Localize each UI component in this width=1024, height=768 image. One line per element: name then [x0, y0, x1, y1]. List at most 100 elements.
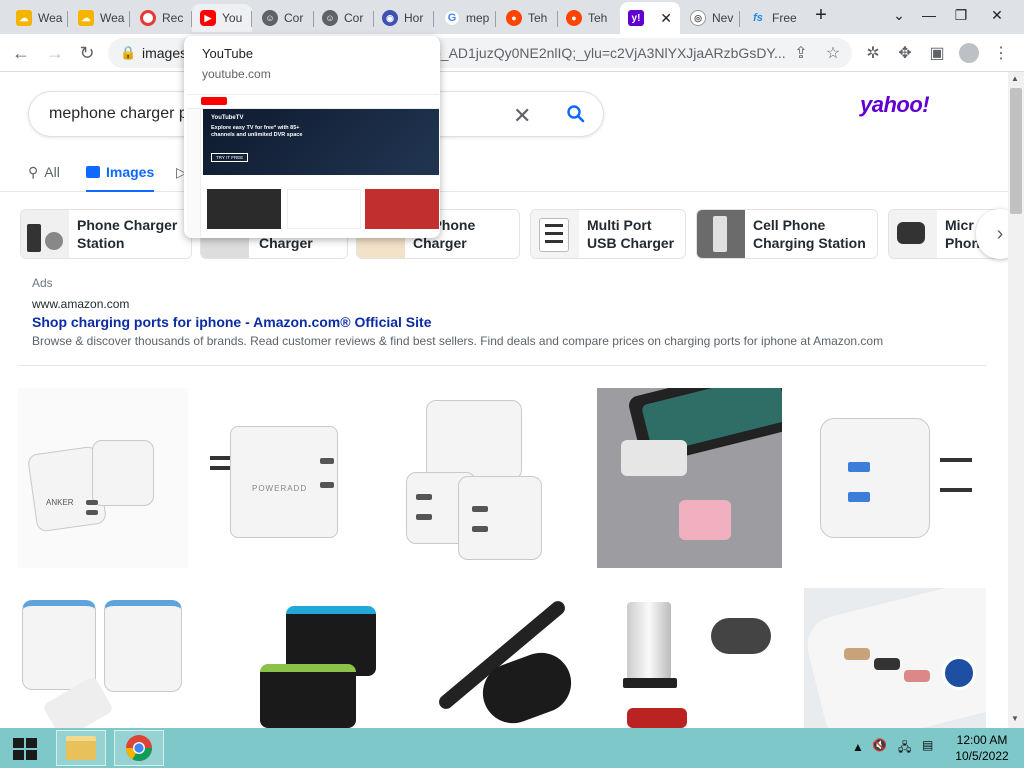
browser-tab[interactable]: ◎ Nev: [682, 4, 740, 32]
suggestion-thumbnail: [531, 210, 579, 258]
action-center-icon[interactable]: ▤: [922, 738, 933, 752]
suggestion-thumbnail: [889, 210, 937, 258]
suggestion-pill[interactable]: Phone Charger Station: [20, 209, 192, 259]
ad-description: Browse & discover thousands of brands. R…: [32, 334, 884, 348]
tab-title: You: [222, 11, 243, 25]
image-result[interactable]: [18, 588, 202, 728]
image-result[interactable]: [804, 588, 986, 728]
url-text-end: sb_AD1juzQy0NE2nlIQ;_ylu=c2VjA3NlYXJjaAR…: [426, 45, 786, 61]
minimize-button[interactable]: —: [912, 0, 946, 30]
hor-icon: ◉: [382, 10, 398, 26]
browser-tab[interactable]: ◉ Hor: [374, 4, 434, 32]
scrollbar-thumb[interactable]: [1010, 88, 1022, 214]
brand-label: POWERADD: [252, 484, 308, 493]
taskbar-chrome[interactable]: [114, 730, 164, 766]
search-vertical-tabs: ⚲ All Images ▷: [0, 160, 1010, 192]
image-icon: [86, 166, 100, 178]
reload-button[interactable]: ↻: [74, 40, 100, 66]
divider: [18, 365, 986, 366]
tab-label: Images: [106, 164, 155, 180]
suggestion-line1: Phone Charger: [77, 217, 178, 233]
restore-button[interactable]: ❐: [944, 0, 978, 30]
suggestion-line2: USB Charger: [587, 235, 675, 251]
yahoo-logo[interactable]: yahoo!: [860, 92, 930, 118]
tab-title: Free: [772, 11, 797, 25]
clear-search-icon[interactable]: ✕: [513, 103, 531, 129]
suggestion-pill[interactable]: Cell Phone Charging Station: [696, 209, 878, 259]
weather-icon: ☁: [16, 10, 32, 26]
scroll-up-arrow-icon[interactable]: ▲: [1011, 74, 1019, 83]
image-result[interactable]: [800, 388, 986, 568]
extension-color-icon[interactable]: ✲: [860, 40, 886, 66]
network-icon[interactable]: 🖧: [898, 738, 911, 759]
hover-card-title: YouTube: [202, 46, 254, 61]
youtube-icon: ▶: [200, 10, 216, 26]
browser-tab[interactable]: ☺ Cor: [254, 4, 314, 32]
windows-start-button[interactable]: [4, 731, 46, 767]
tab-title: Rec: [162, 11, 184, 25]
browser-tab-active[interactable]: y! ✕: [620, 2, 680, 34]
bookmark-star-icon[interactable]: ☆: [820, 40, 846, 66]
image-result[interactable]: [603, 588, 785, 728]
forward-button[interactable]: →: [42, 40, 68, 66]
close-window-button[interactable]: ✕: [980, 0, 1014, 30]
search-query-text: mephone charger p: [49, 105, 188, 122]
record-icon: [140, 10, 156, 26]
ad-url[interactable]: www.amazon.com: [32, 297, 129, 311]
ad-title-link[interactable]: Shop charging ports for iphone - Amazon.…: [32, 314, 432, 330]
side-panel-icon[interactable]: ▣: [924, 40, 950, 66]
tab-label: All: [44, 164, 60, 180]
browser-tab[interactable]: fs Free: [742, 4, 800, 32]
new-tab-button[interactable]: +: [804, 0, 838, 30]
hover-card-domain: youtube.com: [202, 67, 271, 81]
menu-kebab-icon[interactable]: ⋮: [988, 40, 1014, 66]
tab-title: Nev: [712, 11, 734, 25]
suggestion-pill[interactable]: Multi Port USB Charger: [530, 209, 686, 259]
tab-title: Cor: [284, 11, 304, 25]
tab-search-chevron-icon[interactable]: ⌄: [882, 0, 916, 30]
suggestion-line1: Cell Phone: [753, 217, 826, 233]
browser-tab[interactable]: ☁ Wea: [70, 4, 130, 32]
browser-tab[interactable]: G mep: [436, 4, 496, 32]
image-result[interactable]: [398, 388, 582, 568]
tab-title: Wea: [100, 11, 125, 25]
volume-muted-icon[interactable]: 🔇: [872, 738, 887, 752]
search-icon: ⚲: [28, 164, 39, 180]
suggestion-thumbnail: [21, 210, 69, 258]
assistant-bubble-icon[interactable]: [942, 656, 976, 690]
back-button[interactable]: ←: [8, 40, 34, 66]
google-icon: G: [444, 10, 460, 26]
scroll-down-arrow-icon[interactable]: ▼: [1011, 714, 1019, 723]
tab-title: Teh: [528, 11, 548, 25]
reddit-icon: ●: [566, 10, 582, 26]
close-tab-icon[interactable]: ✕: [660, 10, 672, 27]
taskbar-clock[interactable]: 12:00 AM 10/5/2022: [952, 732, 1012, 764]
image-result[interactable]: ANKER: [18, 388, 188, 568]
image-result[interactable]: [422, 588, 582, 728]
browser-tab-youtube[interactable]: ▶ You: [192, 4, 252, 32]
tab-title: Teh: [588, 11, 608, 25]
image-result[interactable]: [597, 388, 782, 568]
suggestion-line1: Micr: [945, 217, 974, 233]
tray-overflow-arrow-icon[interactable]: ▲: [852, 740, 864, 754]
image-result[interactable]: [222, 588, 402, 728]
search-icon[interactable]: [566, 104, 586, 124]
browser-tab[interactable]: ● Teh: [498, 4, 558, 32]
preview-banner-text: Explore easy TV for free* with 85+ chann…: [211, 125, 303, 138]
taskbar-file-explorer[interactable]: [56, 730, 106, 766]
image-result[interactable]: POWERADD: [200, 388, 380, 568]
browser-tab[interactable]: ☺ Cor: [314, 4, 374, 32]
browser-tab[interactable]: Rec: [132, 4, 192, 32]
tab-all[interactable]: ⚲ All: [28, 164, 60, 196]
tab-title: Cor: [344, 11, 364, 25]
suggestion-line1: Multi Port: [587, 217, 652, 233]
share-icon[interactable]: ⇪: [788, 40, 814, 66]
cor-icon: ☺: [262, 10, 278, 26]
browser-tab[interactable]: ● Teh: [558, 4, 618, 32]
browser-tab[interactable]: ☁ Wea: [8, 4, 68, 32]
suggestion-line2: Station: [77, 235, 125, 251]
tab-images[interactable]: Images: [86, 164, 155, 192]
extensions-puzzle-icon[interactable]: ✥: [892, 40, 918, 66]
profile-avatar-icon[interactable]: [956, 40, 982, 66]
yahoo-icon: y!: [628, 10, 644, 26]
